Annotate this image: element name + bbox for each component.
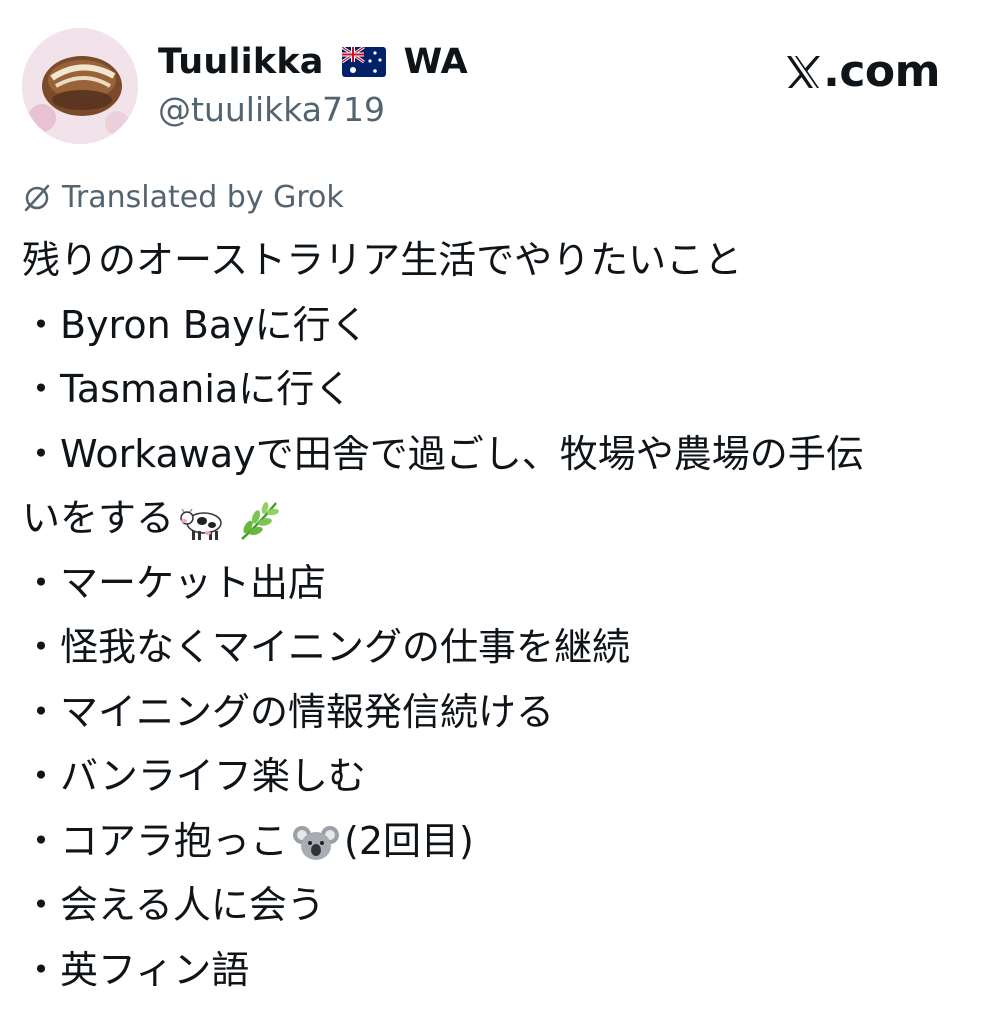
avatar[interactable] bbox=[22, 28, 138, 144]
post-line: 残りのオーストラリア生活でやりたいこと bbox=[22, 238, 743, 282]
brand-text: .com bbox=[823, 46, 940, 97]
grok-icon bbox=[22, 183, 52, 213]
user-handle[interactable]: @tuulikka719 bbox=[158, 90, 468, 129]
post-line: ・Byron Bayに行く bbox=[22, 302, 369, 347]
post-body: 残りのオーストラリア生活でやりたいこと ・Byron Bayに行く ・Tasma… bbox=[22, 228, 962, 1002]
translation-text: Translated by Grok bbox=[62, 180, 344, 215]
post-header: Tuulikka WA @tuulikka719 .com bbox=[22, 28, 962, 148]
display-name-row: Tuulikka WA bbox=[158, 38, 468, 86]
post-line: ・マイニングの情報発信続ける bbox=[22, 689, 555, 734]
avatar-image bbox=[22, 28, 138, 144]
post-line-text: いをする bbox=[22, 496, 175, 540]
post-line-with-emoji: ・コアラ抱っこ (2回目) bbox=[22, 809, 962, 874]
post-line: ・マーケット出店 bbox=[22, 560, 327, 605]
koala-emoji-icon bbox=[292, 819, 340, 867]
brand-logo: .com bbox=[783, 46, 940, 97]
post-line: ・会える人に会う bbox=[22, 883, 325, 927]
post-line: ・Workawayで田舎で過ごし、牧場や農場の手伝 bbox=[22, 431, 864, 476]
post-line: ・英フィン語 bbox=[22, 947, 250, 992]
cow-emoji-icon bbox=[178, 497, 226, 545]
post-line-text: ・コアラ抱っこ bbox=[22, 818, 289, 863]
koala-suffix-text: (2回目) bbox=[344, 818, 474, 863]
post-line: ・怪我なくマイニングの仕事を継続 bbox=[22, 625, 631, 669]
post-line: ・Tasmaniaに行く bbox=[22, 367, 353, 411]
x-logo-icon bbox=[783, 52, 823, 92]
post-line: ・バンライフ楽しむ bbox=[22, 754, 366, 798]
post-line-with-emoji: いをする bbox=[22, 486, 962, 551]
region-label: WA bbox=[403, 42, 468, 82]
display-name[interactable]: Tuulikka bbox=[158, 42, 324, 82]
author-names: Tuulikka WA @tuulikka719 bbox=[158, 38, 468, 129]
translation-label: Translated by Grok bbox=[22, 180, 344, 215]
herb-emoji-icon bbox=[234, 497, 282, 545]
australia-flag-icon bbox=[341, 47, 386, 77]
